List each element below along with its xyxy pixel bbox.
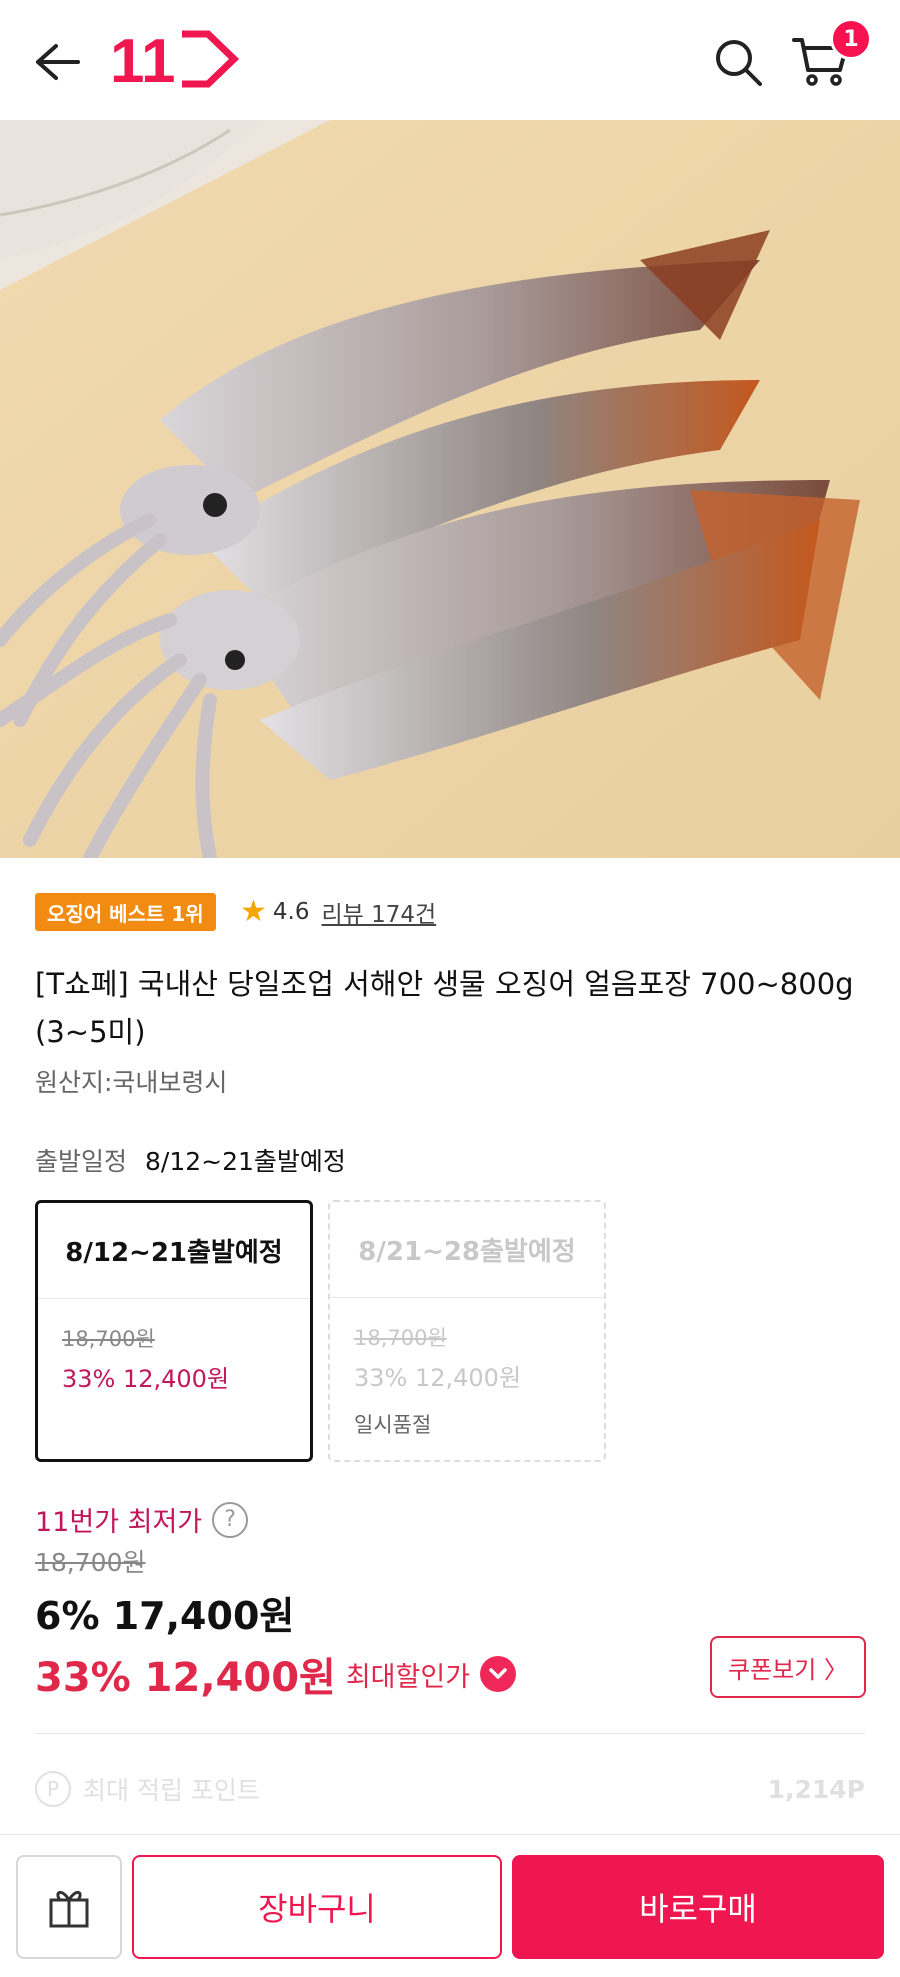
gift-icon xyxy=(49,1891,89,1928)
eleven-street-logo[interactable]: 11 xyxy=(110,27,240,96)
section-divider xyxy=(35,1733,865,1734)
buy-now-button[interactable]: 바로구매 xyxy=(512,1855,884,1959)
arrow-left-icon xyxy=(36,44,80,80)
gift-button[interactable] xyxy=(16,1855,122,1959)
departure-option-discount-price: 33% 12,400원 xyxy=(354,1364,522,1392)
points-row[interactable]: P 최대 적립 포인트 1,214P xyxy=(35,1765,865,1813)
rating-value: 4.6 xyxy=(272,899,310,925)
app-header: 11 1 xyxy=(0,0,900,120)
product-title: [T쇼페] 국내산 당일조업 서해안 생물 오징어 얼음포장 700~800g … xyxy=(35,967,854,1049)
cart-count-badge: 1 xyxy=(830,18,872,60)
departure-option-discount-price: 33% 12,400원 xyxy=(62,1365,230,1393)
help-icon[interactable]: ? xyxy=(212,1501,249,1538)
departure-summary: 출발일정 8/12~21출발예정 xyxy=(35,1142,346,1178)
back-button[interactable] xyxy=(28,34,84,90)
sale-price: 6% 17,400원 xyxy=(35,1594,295,1638)
search-button[interactable] xyxy=(708,32,768,92)
chevron-down-icon[interactable] xyxy=(480,1656,517,1692)
max-discount-label: 최대할인가 xyxy=(345,1661,471,1693)
view-coupon-button[interactable]: 쿠폰보기 〉 xyxy=(710,1636,866,1698)
departure-label: 출발일정 xyxy=(35,1147,128,1176)
original-price: 18,700원 xyxy=(35,1548,146,1577)
bottom-action-bar: 장바구니 바로구매 xyxy=(0,1834,900,1977)
rating-summary: ★ 4.6 리뷰 174건 xyxy=(240,893,436,931)
points-icon: P xyxy=(35,1771,71,1807)
departure-option-original-price: 18,700원 xyxy=(354,1326,447,1350)
departure-option-2[interactable]: 8/21~28출발예정 18,700원 33% 12,400원 일시품절 xyxy=(328,1200,606,1462)
product-origin: 원산지:국내보령시 xyxy=(35,1068,228,1097)
departure-option-title: 8/21~28출발예정 xyxy=(330,1202,604,1298)
svg-text:11: 11 xyxy=(110,28,176,90)
points-label: 최대 적립 포인트 xyxy=(83,1776,260,1805)
max-discount-amount: 33% 12,400원 xyxy=(35,1655,336,1701)
star-icon: ★ xyxy=(240,894,267,929)
departure-option-1[interactable]: 8/12~21출발예정 18,700원 33% 12,400원 xyxy=(35,1200,313,1462)
departure-value: 8/12~21출발예정 xyxy=(145,1147,346,1176)
review-link[interactable]: 리뷰 174건 xyxy=(321,895,436,929)
search-icon xyxy=(716,40,762,86)
points-value: 1,214P xyxy=(767,1774,865,1804)
lowest-price-text: 11번가 최저가 xyxy=(35,1507,203,1538)
sold-out-label: 일시품절 xyxy=(354,1413,432,1437)
max-discount-price: 33% 12,400원 최대할인가 xyxy=(35,1645,517,1703)
lowest-price-label: 11번가 최저가 ? xyxy=(35,1500,249,1539)
add-to-cart-button[interactable]: 장바구니 xyxy=(132,1855,502,1959)
departure-option-title: 8/12~21출발예정 xyxy=(38,1203,310,1299)
departure-option-original-price: 18,700원 xyxy=(62,1327,155,1351)
best-seller-badge: 오징어 베스트 1위 xyxy=(35,893,216,931)
product-image[interactable] xyxy=(0,120,900,858)
